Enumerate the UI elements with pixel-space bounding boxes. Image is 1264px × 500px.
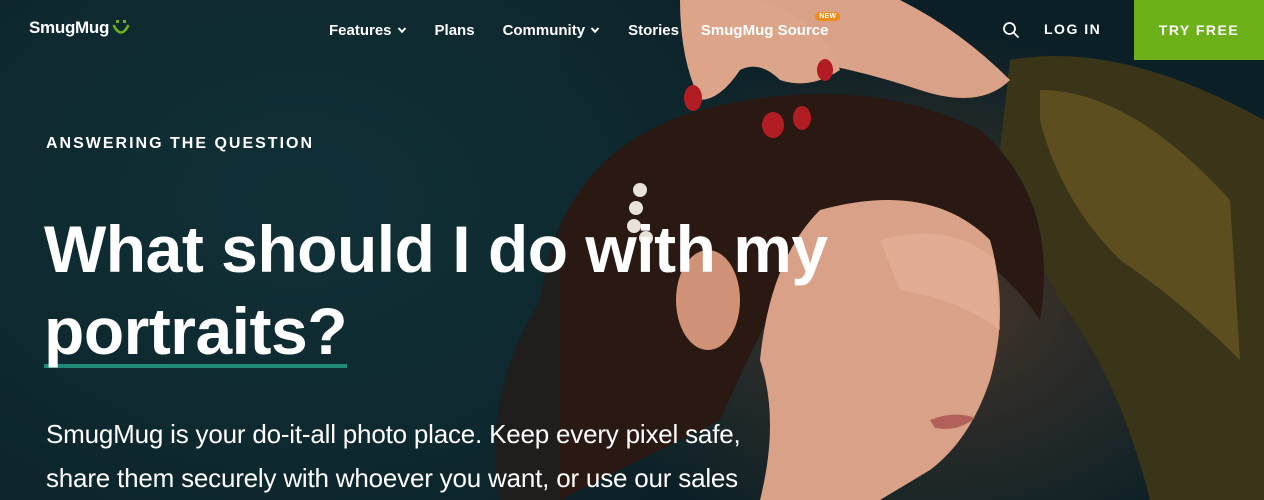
description-line: SmugMug is your do-it-all photo place. K… [46, 419, 741, 449]
hero-eyebrow: ANSWERING THE QUESTION [46, 135, 315, 152]
nav-item-community[interactable]: Community [503, 22, 601, 39]
nav-item-label: Community [502, 21, 586, 39]
nav-item-features[interactable]: Features [329, 22, 407, 39]
nav-item-plans[interactable]: Plans [435, 22, 475, 39]
chevron-down-icon [590, 27, 600, 34]
hero-description: SmugMug is your do-it-all photo place. K… [46, 412, 826, 500]
hero-headline: What should I do with my portraits? [44, 208, 904, 372]
login-link[interactable]: LOG IN [1044, 21, 1101, 37]
smugmug-logo[interactable]: SmugMug [29, 18, 130, 38]
headline-accent-word: portraits? [44, 294, 348, 368]
logo-wordmark: SmugMug [29, 18, 110, 37]
chevron-down-icon [397, 27, 406, 34]
primary-nav-links: Features Plans Community Stories SmugMug… [329, 0, 856, 60]
hero-section: SmugMug Features Plans Community Stories… [0, 0, 1264, 500]
nav-item-label: Stories [628, 21, 679, 39]
nav-item-smugmug-source[interactable]: SmugMug Source NEW [700, 11, 841, 39]
new-badge: NEW [815, 11, 841, 21]
nav-item-stories[interactable]: Stories [628, 22, 679, 39]
headline-line: What should I do with my [44, 212, 828, 286]
top-navigation: SmugMug Features Plans Community Stories… [0, 0, 1264, 60]
nav-item-label: Plans [434, 21, 475, 39]
description-line: share them securely with whoever you wan… [46, 463, 738, 493]
try-free-button[interactable]: TRY FREE [1134, 0, 1264, 60]
nav-item-label: SmugMug Source [700, 21, 829, 39]
search-icon[interactable] [1002, 21, 1020, 39]
smiley-face-icon [112, 20, 130, 34]
nav-item-label: Features [329, 21, 392, 39]
